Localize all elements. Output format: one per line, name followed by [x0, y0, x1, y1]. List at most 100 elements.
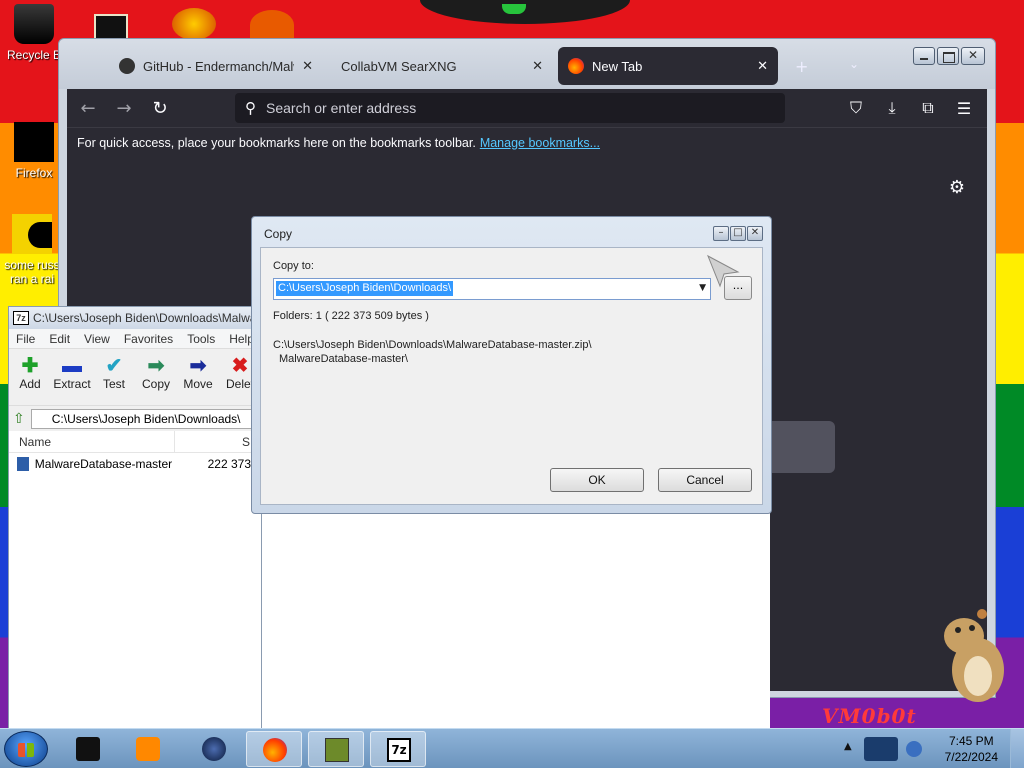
recycle-bin-icon	[14, 4, 54, 44]
extensions-icon[interactable]: ⧉	[913, 93, 943, 123]
chevron-down-icon[interactable]: ▼	[699, 283, 706, 293]
globe-icon	[202, 737, 226, 761]
sevenzip-titlebar[interactable]: 7z C:\Users\Joseph Biden\Downloads\Malwa	[9, 307, 261, 329]
clock-date: 7/22/2024	[944, 750, 998, 764]
desktop-icon-recycle-bin[interactable]: Recycle B	[4, 4, 64, 62]
desktop-icon-firefox[interactable]: Firefox	[4, 122, 64, 180]
github-icon	[119, 58, 135, 74]
copy-arrow-icon: ➡	[147, 355, 165, 377]
menu-icon[interactable]: ☰	[949, 93, 979, 123]
add-button[interactable]: ✚ Add	[9, 355, 51, 391]
move-button[interactable]: ➡ Move	[177, 355, 219, 391]
menu-tools[interactable]: Tools	[180, 332, 222, 346]
desktop-icon-label: Recycle B	[6, 48, 62, 62]
media-player-icon	[136, 737, 160, 761]
forward-icon[interactable]: →	[109, 93, 139, 123]
file-list: Name S MalwareDatabase-master 222 373 5	[9, 431, 261, 729]
dialog-body: Copy to: C:\Users\Joseph Biden\Downloads…	[260, 247, 763, 505]
maximize-button[interactable]: □	[730, 226, 746, 241]
downloads-icon[interactable]: ⤓	[877, 93, 907, 123]
ok-button[interactable]: OK	[550, 468, 644, 492]
sevenzip-toolbar: ✚ Add ▬ Extract ✔ Test ➡ Copy ➡ Move ✖ D…	[9, 349, 261, 405]
bookmarks-toolbar: For quick access, place your bookmarks h…	[67, 127, 987, 157]
tab-label: CollabVM SearXNG	[341, 58, 457, 74]
sevenzip-window: 7z C:\Users\Joseph Biden\Downloads\Malwa…	[8, 306, 262, 730]
row-name: MalwareDatabase-master	[34, 457, 173, 471]
window-blank-area	[262, 512, 770, 730]
column-name[interactable]: Name	[9, 431, 175, 452]
menu-view[interactable]: View	[77, 332, 117, 346]
back-icon[interactable]: ←	[73, 93, 103, 123]
clock[interactable]: 7:45 PM 7/22/2024	[945, 733, 998, 765]
close-icon[interactable]: ✕	[302, 58, 313, 74]
bookmarks-hint: For quick access, place your bookmarks h…	[77, 135, 476, 150]
system-tray: ▲ 7:45 PM 7/22/2024	[840, 729, 1024, 768]
new-tab-icon[interactable]: +	[795, 57, 808, 76]
firefox-titlebar[interactable]: GitHub - Endermanch/Malware ✕ CollabVM S…	[59, 39, 995, 89]
taskbar: 7z ▲ 7:45 PM 7/22/2024	[0, 728, 1024, 768]
network-icon[interactable]	[864, 737, 898, 761]
desktop-icon-file[interactable]: some russ ran a rai	[2, 214, 62, 286]
tab-new-tab[interactable]: New Tab ✕	[558, 47, 778, 85]
destination-value: C:\Users\Joseph Biden\Downloads\	[276, 281, 454, 296]
destination-combobox[interactable]: C:\Users\Joseph Biden\Downloads\ ▼	[273, 278, 711, 300]
menu-file[interactable]: File	[9, 332, 42, 346]
gear-icon[interactable]: ⚙	[949, 177, 965, 198]
up-folder-icon[interactable]: ⇧	[13, 410, 25, 427]
tab-list-icon[interactable]: ⌄	[849, 57, 859, 71]
show-desktop-button[interactable]	[1010, 729, 1024, 768]
manage-bookmarks-link[interactable]: Manage bookmarks...	[480, 136, 600, 150]
close-icon[interactable]: ✕	[757, 58, 768, 74]
close-button[interactable]	[961, 47, 985, 65]
tab-searxng[interactable]: CollabVM SearXNG ✕	[331, 47, 553, 85]
firefox-icon	[263, 738, 287, 762]
close-button[interactable]: ✕	[747, 226, 763, 241]
pocket-icon[interactable]: ⛉	[841, 93, 871, 123]
start-button[interactable]	[4, 731, 48, 767]
extract-button[interactable]: ▬ Extract	[51, 355, 93, 391]
tool-label: Test	[102, 377, 125, 391]
desktop-icon-label: some russ ran a rai	[4, 258, 60, 286]
minimize-button[interactable]	[913, 47, 935, 65]
menu-edit[interactable]: Edit	[42, 332, 77, 346]
menu-favorites[interactable]: Favorites	[117, 332, 180, 346]
dialog-title: Copy	[264, 227, 293, 241]
volume-icon[interactable]	[906, 741, 922, 757]
firefox-toolbar: ← → ↻ ⚲ Search or enter address ⛉ ⤓ ⧉ ☰	[67, 89, 987, 127]
taskbar-item-media[interactable]	[120, 731, 176, 767]
close-icon[interactable]: ✕	[532, 58, 543, 74]
tool-label: Move	[183, 377, 213, 391]
taskbar-item-explorer[interactable]	[60, 731, 116, 767]
file-icon	[12, 214, 52, 254]
check-icon: ✔	[105, 355, 123, 377]
path-text: C:\Users\Joseph Biden\Downloads\	[51, 411, 241, 426]
table-row[interactable]: MalwareDatabase-master 222 373 5	[9, 453, 261, 475]
clock-time: 7:45 PM	[948, 734, 994, 748]
taskbar-item-browser[interactable]	[186, 731, 242, 767]
test-button[interactable]: ✔ Test	[93, 355, 135, 391]
folders-info: Folders: 1 ( 222 373 509 bytes )	[273, 310, 429, 322]
address-bar[interactable]: ⚲ Search or enter address	[235, 93, 785, 123]
sevenzip-title: C:\Users\Joseph Biden\Downloads\Malwa	[33, 311, 257, 325]
address-placeholder: Search or enter address	[266, 100, 417, 116]
column-size[interactable]: S	[175, 431, 255, 452]
copy-button[interactable]: ➡ Copy	[135, 355, 177, 391]
path-field[interactable]: C:\Users\Joseph Biden\Downloads\	[30, 408, 261, 429]
firefox-icon	[568, 58, 584, 74]
hamster-sticker	[944, 609, 1004, 702]
search-icon: ⚲	[245, 100, 256, 117]
minus-icon: ▬	[62, 355, 82, 377]
chevron-up-icon[interactable]: ▲	[844, 741, 852, 752]
wallpaper-text: VM0b0t	[822, 704, 917, 728]
minimize-button[interactable]: –	[713, 226, 729, 241]
reload-icon[interactable]: ↻	[145, 93, 175, 123]
desktop-icon-label: Firefox	[15, 166, 53, 180]
mouse-cursor-icon	[707, 254, 740, 288]
taskbar-item-firefox[interactable]	[246, 731, 302, 767]
sandbox-icon	[325, 738, 349, 762]
taskbar-item-7zip[interactable]: 7z	[370, 731, 426, 767]
cancel-button[interactable]: Cancel	[658, 468, 752, 492]
maximize-button[interactable]	[937, 47, 959, 65]
tab-github[interactable]: GitHub - Endermanch/Malware ✕	[109, 47, 323, 85]
taskbar-item-sandbox[interactable]	[308, 731, 364, 767]
